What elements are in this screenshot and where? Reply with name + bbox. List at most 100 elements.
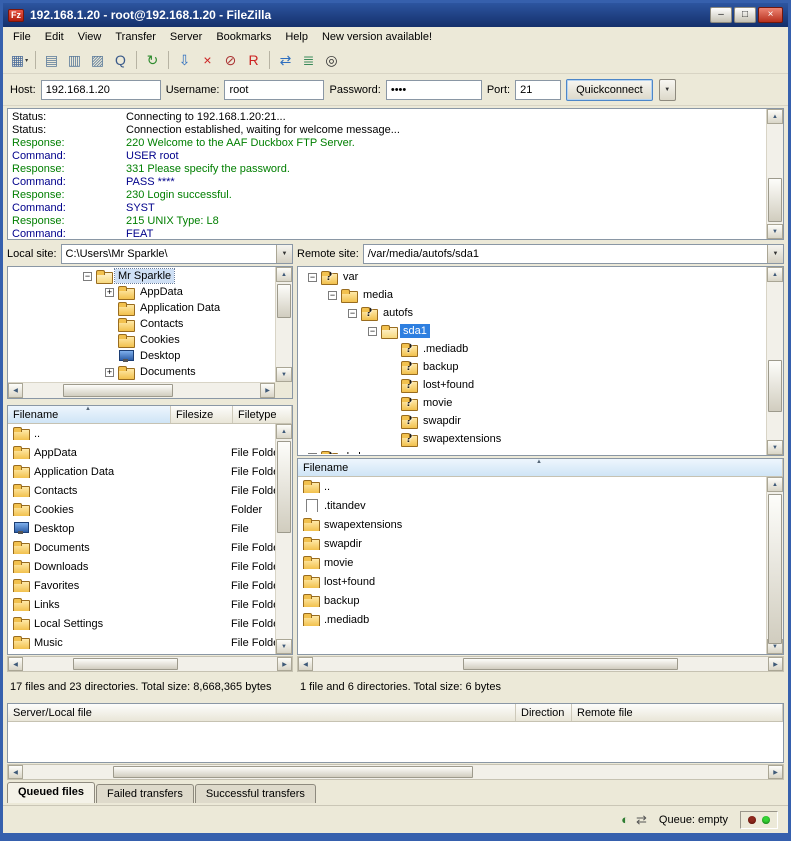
menu-item-file[interactable]: File [6, 28, 38, 46]
file-row-local-settings[interactable]: Local SettingsFile Folder [9, 614, 275, 633]
column-header-server-local-file[interactable]: Server/Local file [8, 704, 516, 721]
local-list-scroll-thumb[interactable] [277, 441, 291, 533]
remote-tree-scroll-down-button[interactable]: ▼ [767, 440, 783, 455]
menu-item-bookmarks[interactable]: Bookmarks [209, 28, 278, 46]
file-row-swapdir[interactable]: swapdir [299, 534, 766, 553]
synchronized-browsing-button[interactable]: ≣ [297, 49, 320, 71]
tree-expander[interactable]: − [328, 291, 337, 300]
remote-list-h-scroll-track[interactable] [313, 657, 768, 671]
remote-tree-scroll-track[interactable] [767, 282, 783, 440]
file-row-downloads[interactable]: DownloadsFile Folder [9, 557, 275, 576]
file-row-swapextensions[interactable]: swapextensions [299, 515, 766, 534]
tree-expander[interactable]: − [368, 327, 377, 336]
local-tree-scroll-down-button[interactable]: ▼ [276, 367, 292, 382]
local-list-scroll-up-button[interactable]: ▲ [276, 424, 292, 439]
remote-list-h-scroll-left-button[interactable]: ◀ [298, 657, 313, 671]
file-row-links[interactable]: LinksFile Folder [9, 595, 275, 614]
local-list-vertical-scrollbar[interactable]: ▲▼ [275, 424, 292, 654]
file-row-parent-directory[interactable]: .. [9, 424, 275, 443]
remote-tree-scroll-thumb[interactable] [768, 360, 782, 412]
file-row-parent-directory[interactable]: .. [299, 477, 766, 496]
local-list-scroll-track[interactable] [276, 439, 292, 639]
speed-limit-icon[interactable]: ◐ [621, 813, 629, 826]
tree-item-media[interactable]: −media [299, 286, 766, 304]
file-row-documents[interactable]: DocumentsFile Folder [9, 538, 275, 557]
tree-item-autofs[interactable]: −?autofs [299, 304, 766, 322]
queue-h-scroll-left-button[interactable]: ◀ [8, 765, 23, 779]
tree-item-mediadb[interactable]: ?.mediadb [299, 340, 766, 358]
column-header-filesize[interactable]: Filesize [171, 406, 233, 423]
queue-h-scroll-right-button[interactable]: ▶ [768, 765, 783, 779]
tree-item-contacts[interactable]: Contacts [9, 316, 275, 332]
maximize-button[interactable]: □ [734, 7, 756, 23]
local-list-h-scroll-thumb[interactable] [73, 658, 178, 670]
tree-item-application-data[interactable]: Application Data [9, 300, 275, 316]
file-row-mediadb[interactable]: .mediadb [299, 610, 766, 629]
file-row-cookies[interactable]: CookiesFolder [9, 500, 275, 519]
remote-site-dropdown-button[interactable]: ▼ [767, 245, 783, 263]
site-manager-button[interactable]: ▦▾ [8, 49, 31, 71]
column-header-direction[interactable]: Direction [516, 704, 572, 721]
menu-item-new-version-available[interactable]: New version available! [315, 28, 439, 46]
menu-item-transfer[interactable]: Transfer [108, 28, 163, 46]
menu-item-server[interactable]: Server [163, 28, 209, 46]
menu-item-help[interactable]: Help [278, 28, 315, 46]
log-scroll-thumb[interactable] [768, 178, 782, 222]
log-vertical-scrollbar[interactable]: ▲▼ [766, 109, 783, 239]
file-row-application-data[interactable]: Application DataFile Folder [9, 462, 275, 481]
refresh-button[interactable]: ↻ [141, 49, 164, 71]
tree-item-sda1[interactable]: −sda1 [299, 322, 766, 340]
tree-item-desktop[interactable]: Desktop [9, 348, 275, 364]
queue-h-scroll-track[interactable] [23, 765, 768, 779]
tab-failed-transfers[interactable]: Failed transfers [96, 784, 194, 803]
tree-item-dvd[interactable]: +?dvd [299, 448, 766, 454]
file-row-contacts[interactable]: ContactsFile Folder [9, 481, 275, 500]
tree-expander[interactable]: + [105, 368, 114, 377]
tree-item-cookies[interactable]: Cookies [9, 332, 275, 348]
tree-expander[interactable]: − [83, 272, 92, 281]
local-tree-h-scroll-thumb[interactable] [63, 384, 173, 397]
tree-item-swapextensions[interactable]: ?swapextensions [299, 430, 766, 448]
local-tree-h-scroll-right-button[interactable]: ▶ [260, 383, 275, 398]
disconnect-button[interactable]: ⊘ [219, 49, 242, 71]
local-list-horizontal-scrollbar[interactable]: ◀▶ [7, 656, 293, 672]
remote-list-h-scroll-right-button[interactable]: ▶ [768, 657, 783, 671]
tree-item-lost-found[interactable]: ?lost+found [299, 376, 766, 394]
queue-h-scroll-thumb[interactable] [113, 766, 473, 778]
toggle-queue-button[interactable]: Q [109, 49, 132, 71]
toggle-local-tree-button[interactable]: ▥ [63, 49, 86, 71]
tab-queued-files[interactable]: Queued files [7, 782, 95, 803]
tree-item-var[interactable]: −?var [299, 268, 766, 286]
remote-tree-scroll-up-button[interactable]: ▲ [767, 267, 783, 282]
tab-successful-transfers[interactable]: Successful transfers [195, 784, 316, 803]
remote-list-scroll-up-button[interactable]: ▲ [767, 477, 783, 492]
queue-horizontal-scrollbar[interactable]: ◀▶ [7, 764, 784, 780]
local-tree-vertical-scrollbar[interactable]: ▲▼ [275, 267, 292, 382]
file-row-favorites[interactable]: FavoritesFile Folder [9, 576, 275, 595]
tree-expander[interactable]: + [308, 453, 317, 455]
column-header-filetype[interactable]: Filetype [233, 406, 292, 423]
remote-list-h-scroll-thumb[interactable] [463, 658, 678, 670]
file-row-lost-found[interactable]: lost+found [299, 572, 766, 591]
column-header-filename[interactable]: Filename▲ [8, 406, 171, 423]
remote-list-horizontal-scrollbar[interactable]: ◀▶ [297, 656, 784, 672]
local-site-combo[interactable]: C:\Users\Mr Sparkle\ ▼ [61, 244, 293, 264]
remote-site-combo[interactable]: /var/media/autofs/sda1 ▼ [363, 244, 784, 264]
toggle-message-log-button[interactable]: ▤ [40, 49, 63, 71]
find-files-button[interactable]: ◎ [320, 49, 343, 71]
tree-item-appdata[interactable]: +AppData [9, 284, 275, 300]
local-list-h-scroll-left-button[interactable]: ◀ [8, 657, 23, 671]
local-tree-scroll-track[interactable] [276, 282, 292, 367]
menu-item-view[interactable]: View [71, 28, 109, 46]
directory-comparison-icon[interactable]: ⇄ [636, 813, 647, 826]
quickconnect-button[interactable]: Quickconnect [566, 79, 653, 101]
local-tree-horizontal-scrollbar[interactable]: ◀▶ [8, 382, 275, 398]
quickconnect-dropdown-button[interactable]: ▼ [659, 79, 676, 101]
password-input[interactable] [386, 80, 482, 100]
tree-expander[interactable]: + [105, 288, 114, 297]
file-row-movie[interactable]: movie [299, 553, 766, 572]
directory-comparison-button[interactable]: ⇄ [274, 49, 297, 71]
local-list-scroll-down-button[interactable]: ▼ [276, 639, 292, 654]
local-list-h-scroll-track[interactable] [23, 657, 277, 671]
column-header-filename[interactable]: Filename▲ [298, 459, 783, 476]
